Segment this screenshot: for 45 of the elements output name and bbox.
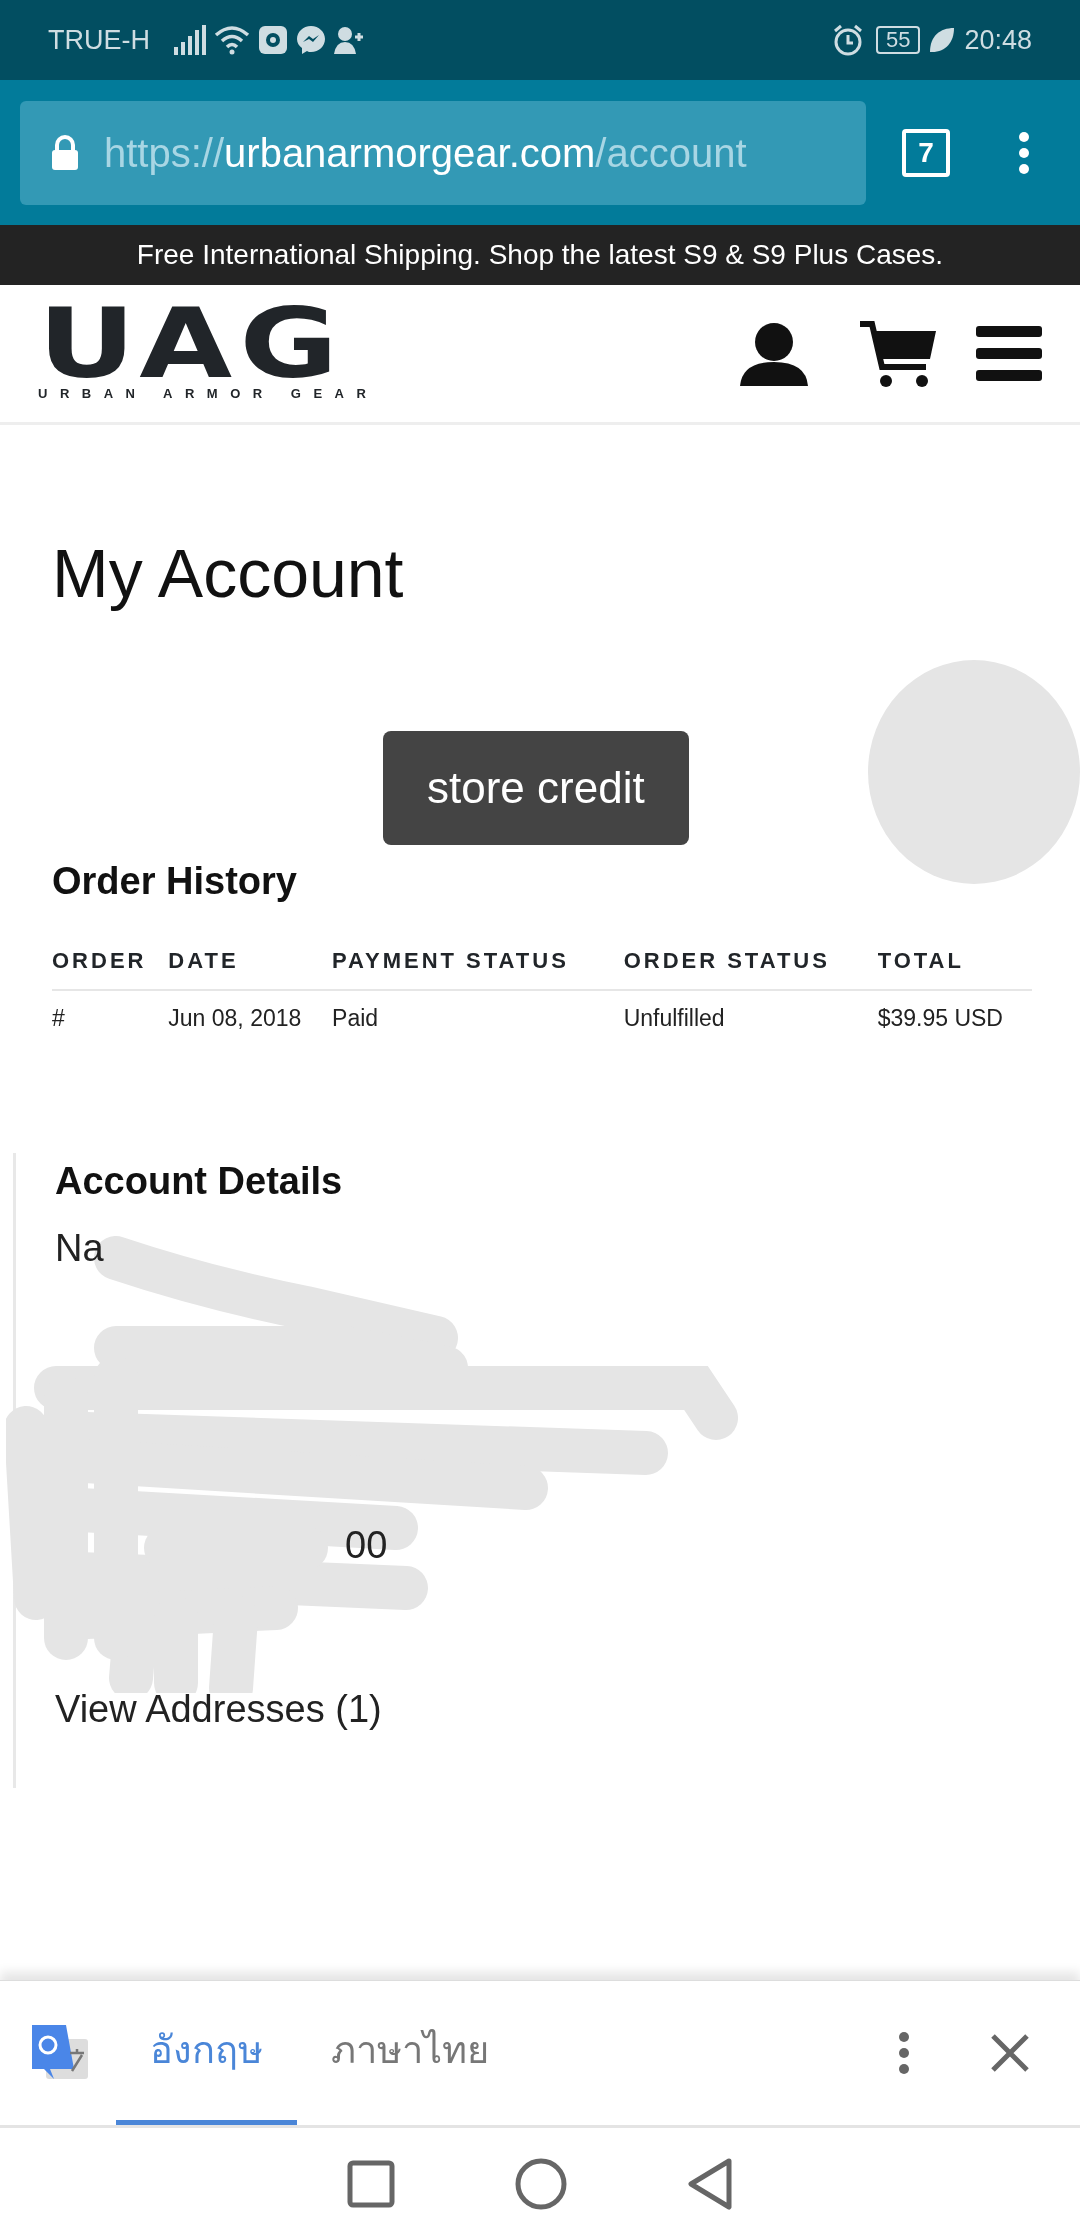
account-detail-text: Na [55,1227,104,1270]
signal-icon [174,25,206,55]
camera-icon [258,25,288,55]
back-button[interactable] [687,2158,733,2210]
column-header: TOTAL [877,929,1032,990]
table-cell: $39.95 USD [877,989,1032,1046]
alarm-icon [831,24,864,56]
column-header: ORDER STATUS [623,929,878,990]
store-credit-button[interactable]: store credit [383,730,689,845]
account-detail-text: 00 [345,1524,388,1567]
home-button[interactable] [515,2158,567,2210]
close-icon[interactable] [990,2033,1030,2073]
table-cell: Unfulfilled [623,989,878,1046]
language-tab[interactable]: ภาษาไทย [297,1980,523,2126]
account-icon[interactable] [740,321,808,386]
page-title: My Account [52,534,405,613]
table-cell: Jun 08, 2018 [168,989,333,1046]
clock-time: 20:48 [964,23,1032,57]
logo-tagline: URBAN ARMOR GEAR [38,384,379,403]
section-heading: Account Details [55,1159,344,1205]
add-person-icon [334,25,364,55]
section-heading: Order History [52,858,298,904]
column-header: PAYMENT STATUS [332,929,624,990]
view-addresses-link[interactable]: View Addresses (1) [55,1681,382,1739]
language-tab[interactable]: อังกฤษ [116,1980,297,2126]
tab-count-button[interactable]: 7 [902,128,950,177]
more-options-icon[interactable] [898,2031,910,2075]
menu-icon[interactable] [976,325,1042,382]
url-field[interactable]: https://urbanarmorgear.com/account [20,100,866,205]
column-header: ORDER [52,929,169,990]
recent-apps-button[interactable] [347,2160,395,2208]
cart-icon[interactable] [858,318,938,389]
promo-banner-text: Free International Shipping. Shop the latest S9 & S9 Plus Cases. [136,238,944,272]
url-text: https://urbanarmorgear.com/account [104,129,747,177]
logo-wordmark: UAG [38,303,346,384]
leaf-icon [928,26,957,54]
more-menu-icon[interactable] [1018,130,1030,175]
table-cell: Paid [332,989,624,1046]
column-header: DATE [168,929,333,990]
messenger-icon [296,25,326,55]
lock-icon [50,134,80,171]
wifi-icon [214,25,250,55]
battery-indicator: 55 [875,26,921,54]
carrier-name: TRUE-H [48,23,150,57]
table-cell: # [52,989,169,1046]
